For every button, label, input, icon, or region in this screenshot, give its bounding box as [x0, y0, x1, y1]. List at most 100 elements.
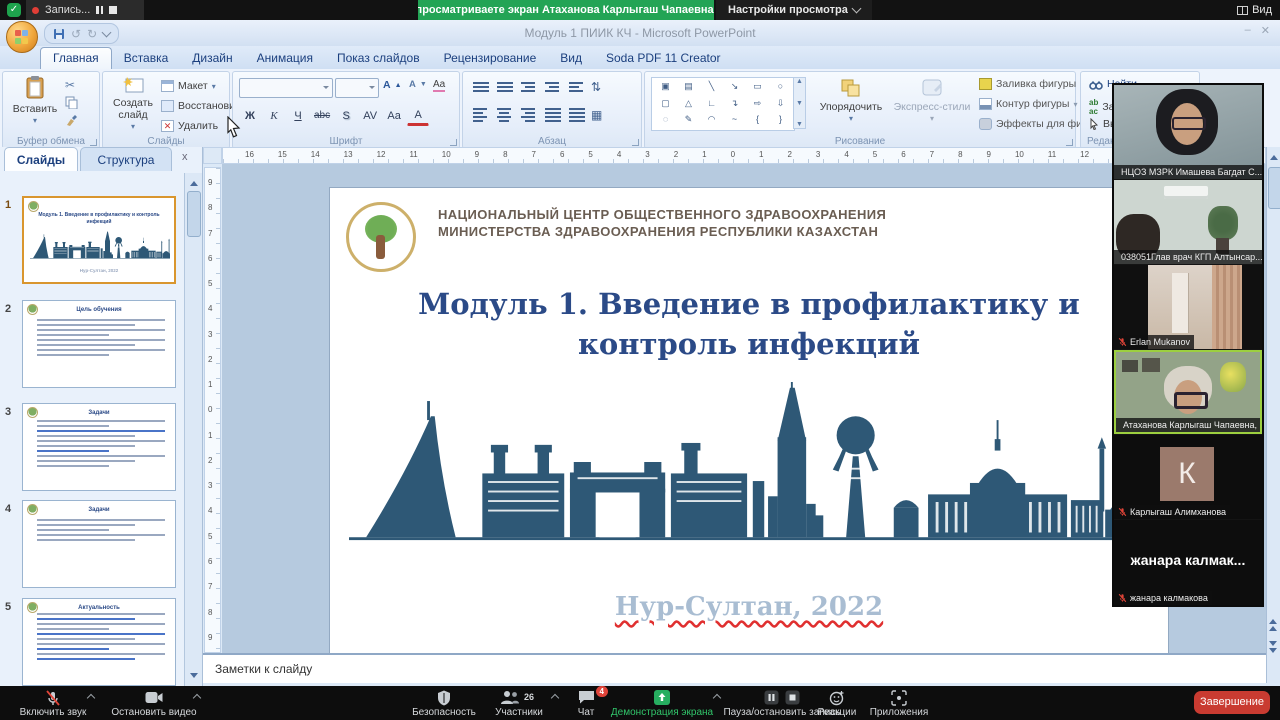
tab-soda-pdf[interactable]: Soda PDF 11 Creator [594, 48, 733, 69]
view-settings-button[interactable]: Настройки просмотра [716, 0, 872, 20]
shape-fill-button[interactable]: Заливка фигуры▾ [979, 78, 1084, 90]
line-spacing-button[interactable] [567, 78, 585, 96]
align-right-button[interactable] [519, 106, 537, 124]
tab-view[interactable]: Вид [548, 48, 594, 69]
save-icon[interactable] [53, 28, 65, 40]
font-size-combo[interactable] [335, 78, 379, 98]
tab-home[interactable]: Главная [40, 47, 112, 70]
reactions-button[interactable]: Реакции [812, 689, 862, 718]
minimize-button[interactable]: – [1245, 24, 1251, 37]
align-center-button[interactable] [495, 106, 513, 124]
change-case-button[interactable]: Aa [383, 107, 405, 125]
slide-canvas[interactable]: НАЦИОНАЛЬНЫЙ ЦЕНТР ОБЩЕСТВЕННОГО ЗДРАВОО… [330, 188, 1168, 672]
chat-button[interactable]: Чат 4 [566, 689, 606, 718]
scroll-up-icon[interactable] [190, 177, 198, 186]
shape-outline-button[interactable]: Контур фигуры▾ [979, 98, 1077, 110]
video-tile[interactable]: НЦОЗ МЗРК Имашева Багдат С... [1114, 85, 1262, 179]
unmute-button[interactable]: Включить звук [10, 689, 96, 718]
slide-thumbnail-4[interactable]: Задачи [22, 500, 176, 588]
main-scrollbar[interactable] [1266, 147, 1280, 683]
panel-scrollbar[interactable] [184, 173, 202, 686]
share-screen-button[interactable]: Демонстрация экрана [608, 689, 716, 718]
end-meeting-button[interactable]: Завершение [1194, 691, 1270, 714]
group-slides: Создать слайд ▾ Макет▾ Восстановить ✕ Уд… [102, 71, 230, 149]
scroll-thumb[interactable] [187, 191, 201, 237]
slide-thumbnail-1[interactable]: Модуль 1. Введение в профилактику и конт… [22, 196, 176, 284]
scroll-up-icon[interactable] [1270, 151, 1278, 160]
qat-dropdown-icon[interactable] [102, 27, 112, 37]
copy-button[interactable] [65, 96, 78, 109]
main-scroll-thumb[interactable] [1268, 167, 1280, 209]
previous-slide-button[interactable] [1269, 615, 1277, 631]
bold-button[interactable]: Ж [239, 107, 261, 125]
slide-title[interactable]: Модуль 1. Введение в профилактику и конт… [360, 284, 1138, 364]
office-button[interactable] [6, 21, 38, 53]
tab-design[interactable]: Дизайн [180, 48, 244, 69]
notes-input[interactable]: Заметки к слайду [203, 653, 1266, 683]
shrink-font-button[interactable]: А▼ [409, 79, 427, 90]
underline-button[interactable]: Ч [287, 107, 309, 125]
shapes-scrollbar[interactable]: ▲▼▼ [793, 77, 806, 129]
slide-footer[interactable]: Нур-Султан, 2022 [330, 592, 1168, 622]
slide-thumbnail-5[interactable]: Актуальность [22, 598, 176, 686]
new-slide-button[interactable]: Создать слайд ▾ [107, 76, 159, 133]
format-painter-button[interactable] [65, 114, 78, 127]
scroll-down-icon[interactable] [190, 673, 198, 682]
slide-thumbnail-3[interactable]: Задачи [22, 403, 176, 491]
video-tile[interactable]: 038051Глав врач КГП Алтынсар... [1114, 180, 1262, 264]
decrease-indent-button[interactable] [519, 78, 537, 96]
next-slide-button[interactable] [1269, 641, 1277, 657]
tab-slides-panel[interactable]: Слайды [4, 147, 78, 171]
layout-button[interactable]: Макет▾ [161, 80, 216, 92]
video-tile-name-only[interactable]: жанара калмак... жанара калмакова [1114, 520, 1262, 605]
cut-button[interactable]: ✂ [65, 78, 75, 92]
undo-icon[interactable]: ↺ [71, 27, 81, 41]
slide-thumbnail-2[interactable]: Цель обучения [22, 300, 176, 388]
delete-button[interactable]: ✕ Удалить [161, 120, 218, 132]
shapes-gallery[interactable]: ▣▤╲↘▭○▢△∟↴⇨⇩◌✎◠~{} [651, 77, 795, 131]
strikethrough-button[interactable]: abc [311, 107, 333, 125]
paste-button[interactable]: Вставить ▾ [9, 76, 61, 127]
pause-recording-button[interactable] [96, 6, 103, 14]
clipboard-dialog-launcher[interactable] [90, 139, 97, 146]
numbering-button[interactable] [495, 78, 513, 96]
increase-indent-button[interactable] [543, 78, 561, 96]
tab-insert[interactable]: Вставка [112, 48, 181, 69]
text-direction-icon[interactable]: ⇅ [591, 80, 601, 94]
bullets-button[interactable] [471, 78, 489, 96]
clear-formatting-button[interactable]: Aa [433, 79, 445, 92]
font-color-button[interactable]: А [407, 106, 429, 126]
drawing-dialog-launcher[interactable] [1066, 139, 1073, 146]
columns-button[interactable] [567, 106, 585, 124]
align-left-button[interactable] [471, 106, 489, 124]
tab-outline-panel[interactable]: Структура [80, 147, 172, 171]
security-button[interactable]: Безопасность [408, 689, 480, 718]
tab-review[interactable]: Рецензирование [432, 48, 549, 69]
paragraph-dialog-launcher[interactable] [632, 139, 639, 146]
grow-font-button[interactable]: А▲ [383, 79, 402, 91]
video-tile-active-speaker[interactable]: Атаханова Карлыгаш Чапаевна, Н... [1114, 350, 1262, 434]
smartart-icon[interactable]: ▦ [591, 108, 602, 122]
shadow-button[interactable]: S [335, 107, 357, 125]
security-shield-icon[interactable]: ✓ [7, 3, 21, 17]
tab-slideshow[interactable]: Показ слайдов [325, 48, 432, 69]
italic-button[interactable]: К [263, 107, 285, 125]
stop-video-button[interactable]: Остановить видео [104, 689, 204, 718]
panel-close-button[interactable]: x [182, 151, 188, 163]
video-tile[interactable]: Erlan Mukanov [1114, 265, 1262, 349]
quick-styles-button[interactable]: Экспресс-стили ▾ [891, 78, 973, 125]
view-mode-button[interactable]: Вид [1237, 0, 1272, 20]
participants-chevron[interactable] [551, 694, 559, 702]
video-tile-avatar[interactable]: К Карлыгаш Алимханова [1114, 435, 1262, 519]
arrange-button[interactable]: Упорядочить ▾ [815, 78, 887, 125]
font-dialog-launcher[interactable] [450, 139, 457, 146]
close-button[interactable]: ✕ [1261, 24, 1270, 37]
participants-button[interactable]: 26 Участники [486, 689, 552, 718]
tab-animation[interactable]: Анимация [245, 48, 325, 69]
char-spacing-button[interactable]: AV [359, 107, 381, 125]
redo-icon[interactable]: ↻ [87, 27, 97, 41]
justify-button[interactable] [543, 106, 561, 124]
font-name-combo[interactable] [239, 78, 333, 98]
apps-button[interactable]: Приложения [866, 689, 932, 718]
stop-recording-button[interactable] [109, 6, 117, 14]
